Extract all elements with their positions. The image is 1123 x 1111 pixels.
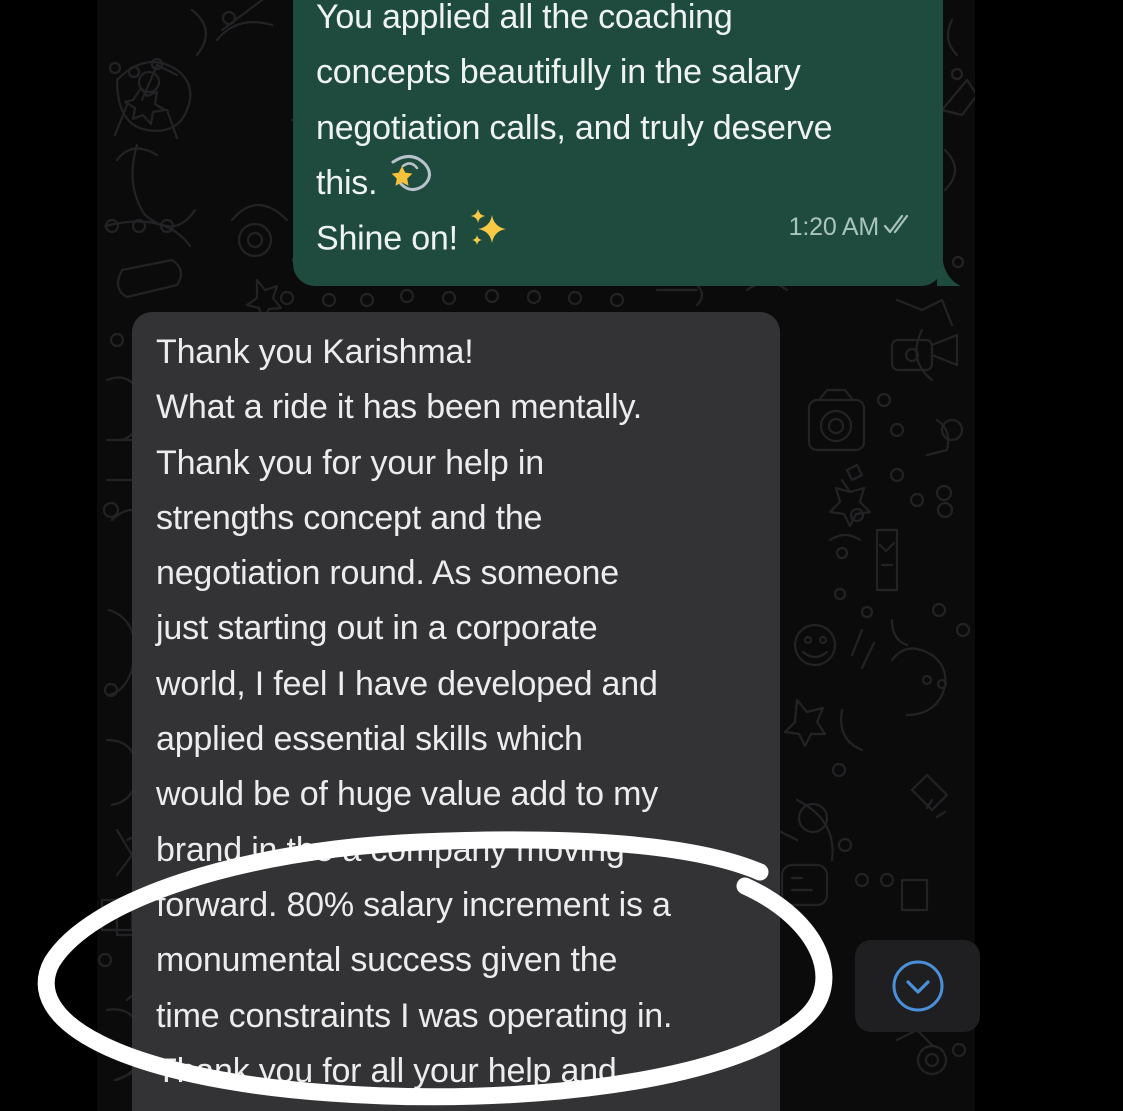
incoming-message-line: strengths concept and the — [156, 498, 543, 537]
double-check-icon — [883, 212, 915, 242]
incoming-message-line: world, I feel I have developed and — [156, 664, 658, 703]
outgoing-message-line-with-emoji: this. — [316, 155, 915, 211]
incoming-message-line: time constraints I was operating in. — [156, 996, 673, 1035]
message-meta: 1:20 AM — [789, 212, 915, 242]
incoming-message-line: forward. 80% salary increment is a — [156, 885, 671, 924]
outgoing-message-bubble[interactable]: You applied all the coaching concepts be… — [293, 0, 943, 286]
outgoing-message-line: negotiation calls, and truly deserve — [316, 108, 833, 147]
outgoing-message-text: this. — [316, 163, 378, 202]
sparkles-icon — [468, 207, 510, 266]
dizzy-icon — [387, 152, 433, 209]
incoming-message-line: Thank you for all your help and — [156, 1051, 617, 1090]
incoming-message-bubble[interactable]: Thank you Karishma! What a ride it has b… — [132, 312, 780, 1111]
outgoing-bubble-tail — [937, 262, 961, 286]
chat-screen: You applied all the coaching concepts be… — [0, 0, 1123, 1111]
outgoing-message-line: concepts beautifully in the salary — [316, 53, 801, 92]
scroll-to-bottom-button[interactable] — [855, 940, 980, 1032]
outgoing-message-text: Shine on! — [316, 219, 458, 258]
incoming-message-line: negotiation round. As someone — [156, 554, 619, 593]
incoming-message-line: applied essential skills which — [156, 720, 583, 759]
chevron-down-icon — [892, 960, 943, 1012]
incoming-message-line: What a ride it has been mentally. — [156, 388, 643, 427]
incoming-message-line: Thank you for your help in — [156, 443, 544, 482]
message-timestamp: 1:20 AM — [788, 213, 880, 241]
incoming-message-line: Thank you Karishma! — [156, 333, 474, 371]
incoming-message-line: brand in the a company moving — [156, 830, 625, 869]
outgoing-message-line: You applied all the coaching — [316, 0, 733, 36]
incoming-message-line: just starting out in a corporate — [156, 609, 598, 648]
incoming-message-line: monumental success given the — [156, 941, 618, 980]
chat-area[interactable]: You applied all the coaching concepts be… — [97, 0, 975, 1111]
incoming-message-line: would be of huge value add to my — [156, 775, 659, 814]
